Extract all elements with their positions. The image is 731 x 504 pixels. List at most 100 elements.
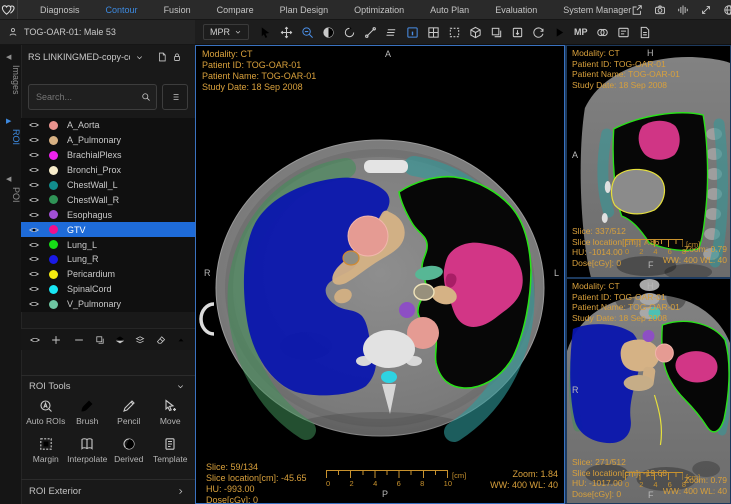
roi-color-swatch[interactable] bbox=[49, 240, 58, 249]
menu-compare[interactable]: Compare bbox=[217, 5, 254, 15]
measure-tool-icon[interactable] bbox=[364, 26, 377, 39]
lock-icon[interactable] bbox=[172, 52, 182, 62]
expand-right-icon[interactable]: ▶ bbox=[6, 117, 11, 125]
play-icon[interactable] bbox=[553, 26, 566, 39]
visibility-eye-icon[interactable] bbox=[29, 135, 39, 145]
pan-tool-icon[interactable] bbox=[280, 26, 293, 39]
mp-tool[interactable]: MP bbox=[574, 27, 588, 37]
roi-row-lung-r[interactable]: Lung_R bbox=[21, 252, 195, 267]
menu-contour[interactable]: Contour bbox=[106, 5, 138, 15]
grid-layout-icon[interactable] bbox=[427, 26, 440, 39]
menu-auto-plan[interactable]: Auto Plan bbox=[430, 5, 469, 15]
zoom-tool-icon[interactable] bbox=[301, 26, 314, 39]
menu-diagnosis[interactable]: Diagnosis bbox=[40, 5, 80, 15]
roi-color-swatch[interactable] bbox=[49, 181, 58, 190]
screenshot-icon[interactable] bbox=[654, 4, 666, 16]
roi-color-swatch[interactable] bbox=[49, 151, 58, 160]
sidebar-tab-poi[interactable]: POI bbox=[0, 187, 21, 203]
roi-row-spinalcord[interactable]: SpinalCord bbox=[21, 282, 195, 297]
roi-color-swatch[interactable] bbox=[49, 121, 58, 130]
remove-roi-icon[interactable] bbox=[73, 334, 85, 346]
derived-tool[interactable]: Derived bbox=[108, 437, 150, 464]
menu-evaluation[interactable]: Evaluation bbox=[495, 5, 537, 15]
roi-row-brachialplexs[interactable]: BrachialPlexs bbox=[21, 148, 195, 163]
info-overlay-icon[interactable] bbox=[406, 26, 419, 39]
roi-row-gtv-selected[interactable]: GTV bbox=[21, 222, 195, 237]
sagittal-viewport[interactable]: Modality: CTPatient ID: TOG-OAR-01Patien… bbox=[565, 45, 731, 278]
visibility-eye-icon[interactable] bbox=[29, 165, 39, 175]
list-view-icon[interactable] bbox=[617, 26, 630, 39]
visibility-eye-icon[interactable] bbox=[29, 254, 39, 264]
copy-view-icon[interactable] bbox=[490, 26, 503, 39]
margin-tool[interactable]: Margin bbox=[25, 437, 67, 464]
reset-view-icon[interactable] bbox=[532, 26, 545, 39]
interpolate-tool[interactable]: Interpolate bbox=[67, 437, 109, 464]
menu-fusion[interactable]: Fusion bbox=[164, 5, 191, 15]
layers-filled-icon[interactable] bbox=[115, 335, 125, 345]
fullscreen-icon[interactable] bbox=[700, 4, 712, 16]
rtstruct-file-icon[interactable] bbox=[157, 52, 167, 62]
report-icon[interactable] bbox=[638, 26, 651, 39]
roi-row-chestwall-l[interactable]: ChestWall_L bbox=[21, 178, 195, 193]
pointer-tool-icon[interactable] bbox=[259, 26, 272, 39]
rotate-tool-icon[interactable] bbox=[343, 26, 356, 39]
cube-3d-icon[interactable] bbox=[469, 26, 482, 39]
visibility-eye-icon[interactable] bbox=[29, 120, 39, 130]
add-roi-icon[interactable] bbox=[50, 334, 62, 346]
roi-color-swatch[interactable] bbox=[49, 210, 58, 219]
layers-outline-icon[interactable] bbox=[135, 335, 145, 345]
fusion-tool-icon[interactable] bbox=[596, 26, 609, 39]
roi-color-swatch[interactable] bbox=[49, 300, 58, 309]
export-view-icon[interactable] bbox=[511, 26, 524, 39]
roi-row-esophagus[interactable]: Esophagus bbox=[21, 207, 195, 222]
show-all-eye-icon[interactable] bbox=[30, 335, 40, 345]
stack-scroll-icon[interactable] bbox=[385, 26, 398, 39]
roi-list-options-button[interactable] bbox=[162, 84, 188, 110]
roi-row-a-pulmonary[interactable]: A_Pulmonary bbox=[21, 133, 195, 148]
axial-viewport[interactable]: Modality: CTPatient ID: TOG-OAR-01Patien… bbox=[195, 45, 565, 504]
roi-search-input[interactable] bbox=[34, 91, 137, 103]
search-icon[interactable] bbox=[141, 92, 151, 102]
visibility-eye-icon[interactable] bbox=[29, 299, 39, 309]
roi-color-swatch[interactable] bbox=[49, 166, 58, 175]
roi-row-pericardium[interactable]: Pericardium bbox=[21, 267, 195, 282]
roi-color-swatch[interactable] bbox=[49, 195, 58, 204]
sidebar-tab-images[interactable]: Images bbox=[0, 65, 21, 95]
visibility-eye-icon[interactable] bbox=[29, 240, 39, 250]
visibility-eye-icon[interactable] bbox=[29, 180, 39, 190]
coronal-viewport[interactable]: Modality: CTPatient ID: TOG-OAR-01Patien… bbox=[565, 278, 731, 504]
roi-select-icon[interactable] bbox=[448, 26, 461, 39]
auto-rois-tool[interactable]: Auto ROIs bbox=[25, 399, 67, 426]
roi-color-swatch[interactable] bbox=[49, 270, 58, 279]
export-icon[interactable] bbox=[631, 4, 643, 16]
visibility-eye-icon[interactable] bbox=[29, 269, 39, 279]
sidebar-tab-roi[interactable]: ROI bbox=[0, 129, 21, 145]
visibility-eye-icon[interactable] bbox=[29, 150, 39, 160]
roi-row-chestwall-r[interactable]: ChestWall_R bbox=[21, 192, 195, 207]
visibility-eye-icon[interactable] bbox=[29, 284, 39, 294]
template-tool[interactable]: Template bbox=[150, 437, 192, 464]
collapse-left-icon-2[interactable]: ◀ bbox=[6, 175, 11, 183]
language-globe-icon[interactable] bbox=[723, 4, 731, 16]
chevron-down-icon[interactable] bbox=[135, 53, 144, 62]
roi-row-a-aorta[interactable]: A_Aorta bbox=[21, 118, 195, 133]
visibility-eye-icon[interactable] bbox=[29, 195, 39, 205]
eraser-icon[interactable] bbox=[156, 335, 166, 345]
menu-system-manager[interactable]: System Manager bbox=[563, 5, 631, 15]
duplicate-roi-icon[interactable] bbox=[95, 335, 105, 345]
visibility-eye-icon[interactable] bbox=[29, 210, 39, 220]
visibility-eye-icon[interactable] bbox=[29, 225, 39, 235]
collapse-left-icon[interactable]: ◀ bbox=[6, 53, 11, 61]
brush-tool[interactable]: Brush bbox=[67, 399, 109, 426]
roi-tools-header[interactable]: ROI Tools bbox=[21, 381, 195, 392]
pencil-tool[interactable]: Pencil bbox=[108, 399, 150, 426]
mpr-dropdown[interactable]: MPR bbox=[203, 24, 249, 40]
roi-color-swatch[interactable] bbox=[49, 136, 58, 145]
collapse-up-icon[interactable] bbox=[176, 335, 186, 345]
roi-color-swatch[interactable] bbox=[49, 225, 58, 234]
roi-row-lung-l[interactable]: Lung_L bbox=[21, 237, 195, 252]
menu-plan-design[interactable]: Plan Design bbox=[280, 5, 329, 15]
roi-row-bronchi-prox[interactable]: Bronchi_Prox bbox=[21, 163, 195, 178]
roi-row-v-pulmonary[interactable]: V_Pulmonary bbox=[21, 297, 195, 312]
move-tool[interactable]: Move bbox=[150, 399, 192, 426]
